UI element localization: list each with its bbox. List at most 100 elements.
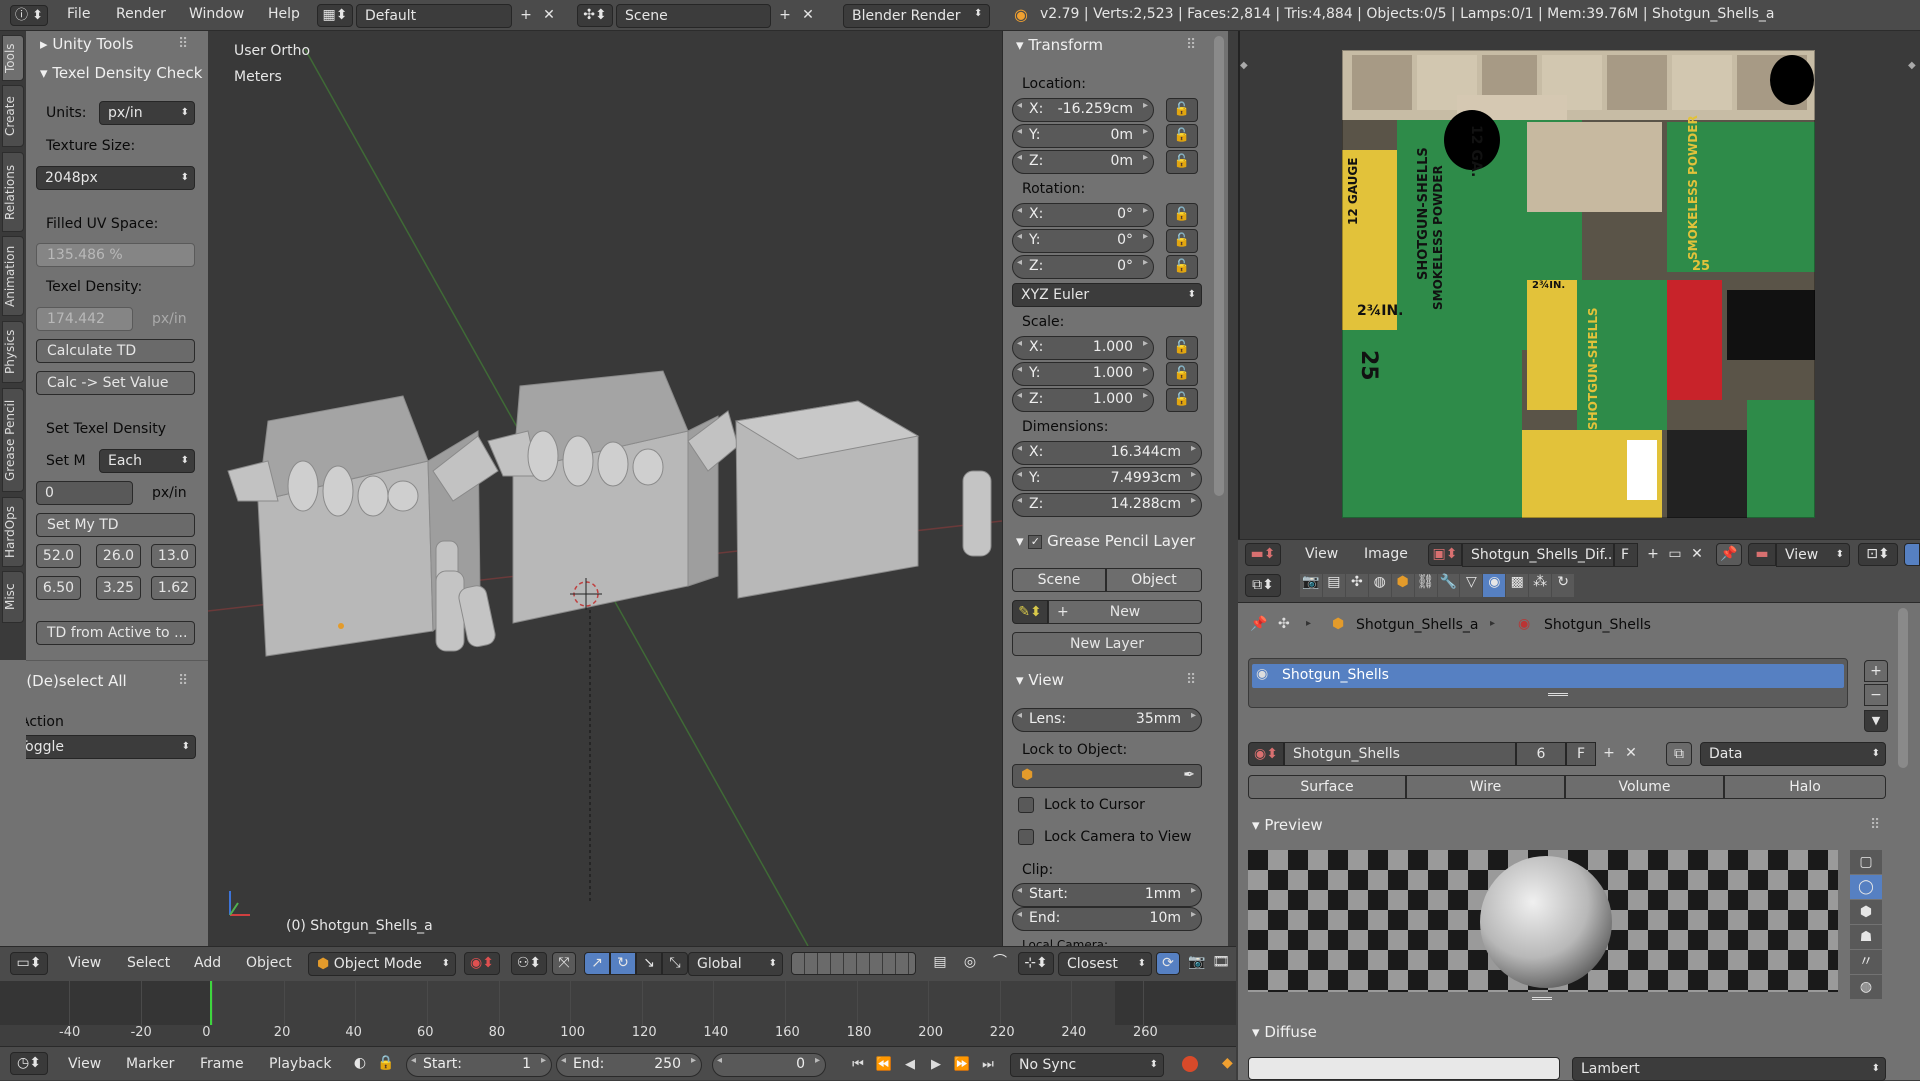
expand-arrow-icon[interactable]: ◆: [1908, 60, 1916, 71]
scale-y-field[interactable]: ◂ Y: 1.000 ▸: [1012, 362, 1154, 386]
keying-icon[interactable]: ◆: [1222, 1055, 1236, 1073]
cube-preview-icon[interactable]: ⬢: [1850, 900, 1882, 924]
proportional-icon[interactable]: ◎: [958, 952, 982, 975]
constraints-tab-icon[interactable]: ⛓: [1414, 574, 1437, 597]
drag-handle-icon[interactable]: ⠿: [178, 36, 188, 52]
particles-tab-icon[interactable]: ⁂: [1529, 574, 1552, 597]
timeline-editor-icon[interactable]: ◷⬍: [10, 1052, 48, 1075]
scale-x-field[interactable]: ◂ X: 1.000 ▸: [1012, 336, 1154, 360]
lock-icon[interactable]: 🔓: [1166, 362, 1198, 386]
render-engine-dropdown[interactable]: Blender Render: [843, 4, 990, 28]
menu-render[interactable]: Render: [116, 6, 166, 22]
tab-grease-pencil[interactable]: Grease Pencil: [2, 388, 24, 492]
node-icon[interactable]: ⧉: [1666, 742, 1692, 766]
timeline-menu-frame[interactable]: Frame: [200, 1056, 244, 1072]
td-from-active-button[interactable]: TD from Active to ...: [36, 621, 195, 645]
record-icon[interactable]: [1182, 1056, 1198, 1072]
physics-tab-icon[interactable]: ↻: [1552, 574, 1575, 597]
location-x-field[interactable]: ◂ X: -16.259cm ▸: [1012, 98, 1154, 122]
dimensions-x-field[interactable]: ◂ X: 16.344cm ▸: [1012, 441, 1202, 465]
render-layer-icon[interactable]: ▤: [928, 952, 952, 975]
next-keyframe-icon[interactable]: ⏩: [952, 1055, 972, 1075]
grease-pencil-layer-header[interactable]: ▾ ✓ Grease Pencil Layer: [1016, 532, 1216, 550]
modifiers-tab-icon[interactable]: 🔧: [1437, 574, 1460, 597]
new-material-icon[interactable]: +: [1598, 742, 1620, 766]
translate-icon[interactable]: ↗: [584, 952, 610, 975]
menu-window[interactable]: Window: [189, 6, 244, 22]
layout-icon[interactable]: ▦⬍: [317, 4, 353, 27]
view-mode-icon[interactable]: ▬: [1748, 543, 1776, 566]
add-layout-icon[interactable]: +: [515, 4, 537, 28]
lock-icon[interactable]: 🔓: [1166, 336, 1198, 360]
remove-slot-icon[interactable]: −: [1864, 684, 1888, 706]
tab-relations[interactable]: Relations: [2, 152, 24, 232]
material-scrollbar[interactable]: [1898, 608, 1908, 768]
sphere-preview-icon[interactable]: ◯: [1850, 875, 1882, 899]
mode-dropdown[interactable]: ⬢ Object Mode ⬍: [308, 952, 456, 976]
texture-tab-icon[interactable]: ▩: [1506, 574, 1529, 597]
tab-physics[interactable]: Physics: [2, 321, 24, 383]
image-browse-icon[interactable]: ▣⬍: [1428, 543, 1462, 566]
scene-selector[interactable]: Scene: [616, 4, 771, 28]
rotation-x-field[interactable]: ◂ X: 0° ▸: [1012, 203, 1154, 227]
material-slot-row[interactable]: ◉ Shotgun_Shells: [1252, 664, 1844, 688]
timeline-menu-marker[interactable]: Marker: [126, 1056, 174, 1072]
preset-52-button[interactable]: 52.0: [36, 544, 81, 568]
image-menu-view[interactable]: View: [1305, 546, 1338, 562]
snap-scale-icon[interactable]: ⤡: [662, 952, 688, 975]
hair-preview-icon[interactable]: 〃: [1850, 950, 1882, 974]
calc-set-value-button[interactable]: Calc -> Set Value: [36, 371, 195, 395]
new-image-icon[interactable]: +: [1642, 543, 1664, 567]
add-slot-icon[interactable]: +: [1864, 660, 1888, 682]
unlink-material-icon[interactable]: ✕: [1620, 742, 1642, 766]
tab-create[interactable]: Create: [2, 85, 24, 147]
dimensions-y-field[interactable]: ◂ Y: 7.4993cm ▸: [1012, 467, 1202, 491]
rotation-y-field[interactable]: ◂ Y: 0° ▸: [1012, 229, 1154, 253]
editor-type-icon[interactable]: ▭⬍: [10, 952, 48, 975]
scale-icon[interactable]: ↘: [636, 952, 662, 975]
start-frame-field[interactable]: ◂ Start: 1 ▸: [406, 1053, 552, 1077]
rotation-mode-dropdown[interactable]: XYZ Euler ⬍: [1012, 283, 1202, 307]
lock-icon[interactable]: 🔓: [1166, 388, 1198, 412]
play-reverse-icon[interactable]: ◀: [900, 1055, 920, 1075]
n-panel-scrollbar[interactable]: [1214, 36, 1224, 496]
texel-density-header[interactable]: ▾ Texel Density Check: [40, 64, 205, 82]
material-tab-icon[interactable]: ◉: [1483, 574, 1506, 597]
tab-tools[interactable]: Tools: [2, 35, 24, 81]
material-link-dropdown[interactable]: Data ⬍: [1700, 742, 1886, 766]
pivot-icon[interactable]: ⚇⬍: [511, 952, 547, 975]
lens-field[interactable]: ◂ Lens: 35mm ▸: [1012, 708, 1202, 732]
context-tabs[interactable]: 📷 ▤ ✣ ◍ ⬢ ⛓ 🔧 ▽ ◉ ▩ ⁂ ↻: [1300, 574, 1575, 597]
close-layout-icon[interactable]: ✕: [538, 4, 560, 28]
breadcrumb-material[interactable]: Shotgun_Shells: [1544, 617, 1651, 633]
slot-menu-icon[interactable]: ▼: [1864, 710, 1888, 732]
preset-26-button[interactable]: 26.0: [96, 544, 141, 568]
sky-preview-icon[interactable]: ◍: [1850, 975, 1882, 999]
lock-cursor-checkbox[interactable]: [1018, 797, 1034, 813]
tab-halo[interactable]: Halo: [1724, 775, 1886, 799]
tab-animation[interactable]: Animation: [2, 236, 24, 316]
clip-start-field[interactable]: ◂ Start: 1mm ▸: [1012, 883, 1202, 907]
location-z-field[interactable]: ◂ Z: 0m ▸: [1012, 150, 1154, 174]
prev-keyframe-icon[interactable]: ⏪: [874, 1055, 894, 1075]
eyedropper-icon[interactable]: ✒: [1183, 767, 1195, 783]
open-image-icon[interactable]: ▭: [1664, 543, 1686, 567]
drag-handle-icon[interactable]: ⠿: [1870, 817, 1880, 833]
current-frame-field[interactable]: ◂ 0 ▸: [712, 1053, 826, 1077]
jump-end-icon[interactable]: ⏭: [978, 1055, 998, 1075]
timeline-menu-view[interactable]: View: [68, 1056, 101, 1072]
rotation-z-field[interactable]: ◂ Z: 0° ▸: [1012, 255, 1154, 279]
menu-select[interactable]: Select: [127, 955, 170, 971]
object-tab-icon[interactable]: ⬢: [1391, 574, 1414, 597]
jump-start-icon[interactable]: ⏮: [848, 1055, 868, 1075]
lock-icon[interactable]: 🔓: [1166, 150, 1198, 174]
grease-new-button[interactable]: + New: [1048, 600, 1202, 624]
preset-6-50-button[interactable]: 6.50: [36, 576, 81, 600]
world-tab-icon[interactable]: ◍: [1368, 574, 1391, 597]
lock-icon[interactable]: 🔓: [1166, 98, 1198, 122]
transform-header[interactable]: ▾ Transform: [1016, 36, 1103, 54]
view-header[interactable]: ▾ View: [1016, 671, 1064, 689]
lock-icon[interactable]: 🔓: [1166, 203, 1198, 227]
render-animation-icon[interactable]: 🎞: [1210, 952, 1232, 975]
add-scene-icon[interactable]: +: [774, 4, 796, 28]
